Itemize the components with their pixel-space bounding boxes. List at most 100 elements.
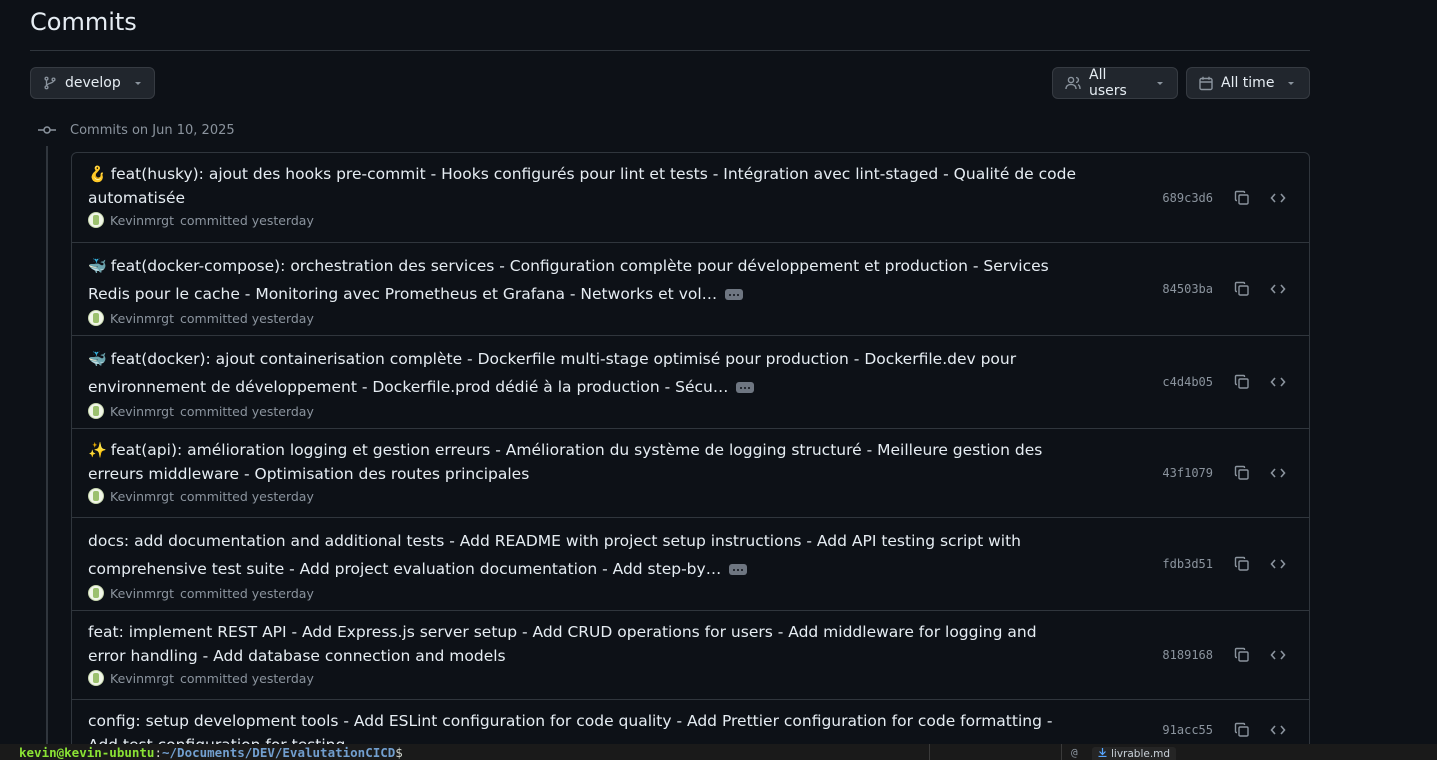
code-browse-icon[interactable] — [1267, 719, 1289, 741]
chevron-down-icon — [1286, 78, 1296, 88]
commit-author[interactable]: Kevinmrgt — [110, 404, 174, 419]
commit-time: committed yesterday — [180, 670, 314, 686]
time-label: All time — [1221, 75, 1275, 91]
expand-message-button[interactable] — [729, 564, 748, 575]
commit-row[interactable]: 🐳 feat(docker): ajout containerisation co… — [72, 335, 1309, 428]
time-filter-button[interactable]: All time — [1186, 67, 1310, 99]
commits-page: Commits develop All users All time Commi… — [0, 0, 1437, 760]
title-divider — [30, 50, 1310, 51]
commit-sha-link[interactable]: 84503ba — [1162, 282, 1213, 296]
commit-list: 🪝 feat(husky): ajout des hooks pre-commit… — [71, 152, 1310, 760]
commit-message[interactable]: feat: implement REST API - Add Express.j… — [88, 620, 1078, 668]
avatar[interactable] — [88, 585, 104, 601]
commit-emoji: 🪝 — [88, 165, 107, 183]
commit-row[interactable]: feat: implement REST API - Add Express.j… — [72, 610, 1309, 699]
commit-message-text[interactable]: feat(docker-compose): orchestration des … — [88, 257, 1049, 303]
commit-message-text[interactable]: feat(docker): ajout containerisation com… — [88, 350, 1016, 396]
code-browse-icon[interactable] — [1267, 278, 1289, 300]
expand-message-button[interactable] — [736, 382, 755, 393]
commit-sha-link[interactable]: 91acc55 — [1162, 723, 1213, 737]
commit-actions: 689c3d6 — [1162, 153, 1289, 242]
copy-icon[interactable] — [1231, 644, 1253, 666]
commit-row[interactable]: docs: add documentation and additional t… — [72, 517, 1309, 610]
people-icon — [1065, 76, 1081, 90]
commit-author[interactable]: Kevinmrgt — [110, 489, 174, 504]
commit-meta: Kevinmrgt committed yesterday — [88, 212, 1293, 228]
chevron-down-icon — [1155, 78, 1165, 88]
commit-sha-link[interactable]: 689c3d6 — [1162, 191, 1213, 205]
code-browse-icon[interactable] — [1267, 553, 1289, 575]
code-browse-icon[interactable] — [1267, 644, 1289, 666]
commit-emoji: ✨ — [88, 441, 107, 459]
commit-message[interactable]: ✨ feat(api): amélioration logging et gest… — [88, 438, 1078, 486]
commit-sha-link[interactable]: c4d4b05 — [1162, 375, 1213, 389]
git-commit-icon — [38, 125, 56, 135]
commit-time: committed yesterday — [180, 212, 314, 228]
commit-actions: 84503ba — [1162, 243, 1289, 335]
branch-select-button[interactable]: develop — [30, 67, 155, 99]
terminal-colon: : — [154, 744, 162, 760]
commit-message-text[interactable]: docs: add documentation and additional t… — [88, 532, 1021, 578]
commit-row[interactable]: 🪝 feat(husky): ajout des hooks pre-commit… — [72, 153, 1309, 242]
commit-message[interactable]: 🐳 feat(docker-compose): orchestration des… — [88, 252, 1078, 308]
commit-sha-link[interactable]: fdb3d51 — [1162, 557, 1213, 571]
terminal-prompt: $ — [395, 744, 403, 760]
git-branch-icon — [43, 76, 57, 90]
copy-icon[interactable] — [1231, 278, 1253, 300]
terminal-bar[interactable]: kevin@kevin-ubuntu: ~/Documents/DEV/Evalu… — [0, 744, 1437, 760]
commit-sha-link[interactable]: 8189168 — [1162, 648, 1213, 662]
code-browse-icon[interactable] — [1267, 462, 1289, 484]
commit-group-header: Commits on Jun 10, 2025 — [38, 120, 235, 140]
commit-meta: Kevinmrgt committed yesterday — [88, 403, 1293, 419]
copy-icon[interactable] — [1231, 553, 1253, 575]
commit-sha-link[interactable]: 43f1079 — [1162, 466, 1213, 480]
terminal-divider — [929, 744, 930, 760]
users-filter-button[interactable]: All users — [1052, 67, 1178, 99]
avatar[interactable] — [88, 212, 104, 228]
commit-row[interactable]: 🐳 feat(docker-compose): orchestration des… — [72, 242, 1309, 335]
commit-time: committed yesterday — [180, 310, 314, 326]
commit-author[interactable]: Kevinmrgt — [110, 311, 174, 326]
branch-label: develop — [65, 75, 121, 91]
editor-tab[interactable]: livrable.md — [1092, 747, 1177, 760]
commit-actions: 43f1079 — [1162, 429, 1289, 517]
avatar[interactable] — [88, 670, 104, 686]
commit-author[interactable]: Kevinmrgt — [110, 586, 174, 601]
commit-actions: 8189168 — [1162, 611, 1289, 699]
calendar-icon — [1199, 76, 1213, 91]
copy-icon[interactable] — [1231, 187, 1253, 209]
commit-time: committed yesterday — [180, 403, 314, 419]
copy-icon[interactable] — [1231, 371, 1253, 393]
commit-message[interactable]: docs: add documentation and additional t… — [88, 527, 1078, 583]
users-label: All users — [1089, 67, 1127, 99]
copy-icon[interactable] — [1231, 462, 1253, 484]
commit-message-text[interactable]: feat(husky): ajout des hooks pre-commit … — [88, 165, 1076, 207]
code-browse-icon[interactable] — [1267, 187, 1289, 209]
commit-actions: fdb3d51 — [1162, 518, 1289, 610]
commit-message[interactable]: 🐳 feat(docker): ajout containerisation co… — [88, 345, 1078, 401]
commit-row[interactable]: ✨ feat(api): amélioration logging et gest… — [72, 428, 1309, 517]
chevron-down-icon — [133, 78, 143, 88]
commit-message-text[interactable]: feat: implement REST API - Add Express.j… — [88, 623, 1037, 665]
commit-message-text[interactable]: feat(api): amélioration logging et gesti… — [88, 441, 1042, 483]
commit-time: committed yesterday — [180, 488, 314, 504]
copy-icon[interactable] — [1231, 719, 1253, 741]
editor-tab-label: livrable.md — [1111, 747, 1171, 760]
avatar[interactable] — [88, 403, 104, 419]
commit-author[interactable]: Kevinmrgt — [110, 671, 174, 686]
code-browse-icon[interactable] — [1267, 371, 1289, 393]
commit-meta: Kevinmrgt committed yesterday — [88, 670, 1293, 686]
terminal-user: kevin@kevin-ubuntu — [19, 744, 155, 760]
page-title: Commits — [30, 8, 137, 36]
terminal-path: ~/Documents/DEV/EvalutationCICD — [162, 744, 396, 760]
commit-message[interactable]: 🪝 feat(husky): ajout des hooks pre-commit… — [88, 162, 1078, 210]
terminal-divider — [1061, 744, 1062, 760]
download-icon — [1098, 747, 1107, 760]
terminal-at: @ — [1071, 746, 1078, 759]
avatar[interactable] — [88, 488, 104, 504]
commit-time: committed yesterday — [180, 585, 314, 601]
commit-author[interactable]: Kevinmrgt — [110, 213, 174, 228]
expand-message-button[interactable] — [725, 289, 744, 300]
avatar[interactable] — [88, 310, 104, 326]
commit-actions: c4d4b05 — [1162, 336, 1289, 428]
